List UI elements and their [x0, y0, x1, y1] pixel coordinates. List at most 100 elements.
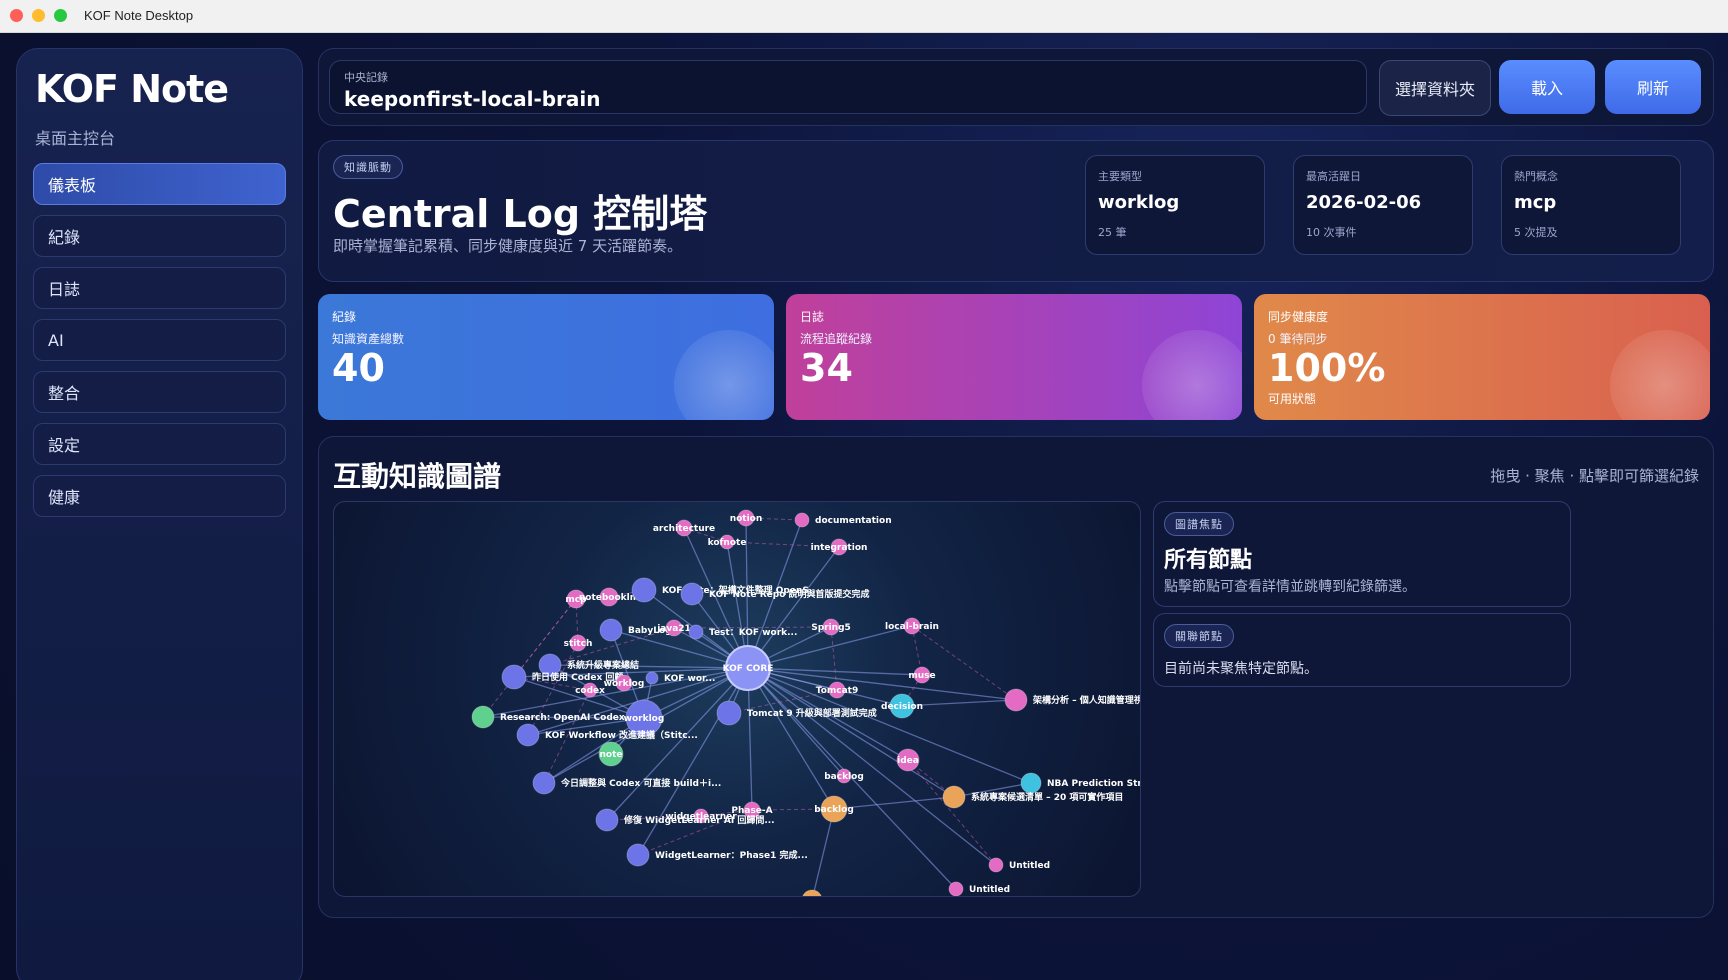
- choose-folder-button[interactable]: 選擇資料夾: [1379, 60, 1491, 116]
- graph-node-label: Phase-A: [731, 806, 772, 816]
- graph-node-label: NBA Prediction Strateg: [1047, 779, 1140, 789]
- graph-node-circle[interactable]: [716, 700, 742, 726]
- graph-node-label: decision: [881, 702, 923, 712]
- graph-node-label: stitch: [564, 639, 593, 649]
- graph-node-circle[interactable]: [680, 582, 704, 606]
- minimize-window-button[interactable]: [32, 9, 45, 22]
- graph-node-r-widget-p1[interactable]: WidgetLearner：Phase1 完成...: [626, 843, 808, 867]
- sidebar-item-logs[interactable]: 日誌: [33, 267, 286, 309]
- title-bar: KOF Note Desktop: [0, 0, 1728, 33]
- graph-node-notebooklm[interactable]: notebooklm: [579, 587, 639, 607]
- graph-node-label: idea: [897, 756, 919, 766]
- graph-node-tomcat9[interactable]: Tomcat9: [816, 681, 858, 699]
- graph-node-muse[interactable]: muse: [908, 666, 936, 684]
- metric-card-records[interactable]: 紀錄 知識資產總數 40: [318, 294, 774, 420]
- sidebar-item-settings[interactable]: 設定: [33, 423, 286, 465]
- sidebar-item-health[interactable]: 健康: [33, 475, 286, 517]
- graph-node-label: 修復 WidgetLearner AI 回歸問...: [623, 814, 775, 826]
- graph-node-label: 系統專案候選清單 – 20 項可實作項目: [971, 791, 1123, 803]
- graph-node-architecture[interactable]: architecture: [653, 519, 715, 537]
- graph-edge-dashed: [482, 598, 577, 718]
- graph-node-untitled-1[interactable]: Untitled: [988, 857, 1050, 873]
- graph-node-circle[interactable]: [794, 512, 810, 528]
- graph-node-label: codex: [575, 686, 605, 696]
- graph-node-circle[interactable]: [471, 705, 495, 729]
- zoom-window-button[interactable]: [54, 9, 67, 22]
- page-title: Central Log 控制塔: [333, 192, 708, 236]
- graph-node-circle[interactable]: [516, 723, 540, 747]
- graph-node-circle[interactable]: [532, 771, 556, 795]
- stat-card-hot-concept: 熱門概念 mcp 5 次提及: [1501, 155, 1681, 255]
- graph-node-circle[interactable]: [645, 671, 659, 685]
- graph-node-circle[interactable]: [948, 881, 964, 896]
- graph-node-circle[interactable]: [626, 843, 650, 867]
- focus-description: 點擊節點可查看詳情並跳轉到紀錄篩選。: [1164, 579, 1416, 595]
- metric-card-sync-health[interactable]: 同步健康度 0 筆待同步 100% 可用狀態: [1254, 294, 1710, 420]
- graph-node-backlog-tag[interactable]: backlog: [824, 768, 864, 784]
- graph-node-circle[interactable]: [501, 664, 527, 690]
- graph-node-circle[interactable]: [599, 618, 623, 642]
- graph-node-r-today[interactable]: 今日調整與 Codex 可直接 build＋i...: [532, 771, 721, 795]
- graph-node-backlog[interactable]: backlog: [814, 795, 854, 823]
- graph-node-core[interactable]: KOF CORE: [723, 645, 774, 691]
- load-button[interactable]: 載入: [1499, 60, 1595, 114]
- graph-node-integration[interactable]: integration: [811, 538, 868, 556]
- graph-node-r-bottom[interactable]: [802, 889, 822, 896]
- graph-svg[interactable]: KOF CORE architecture notion documentation k…: [334, 502, 1140, 896]
- graph-node-documentation[interactable]: documentation: [794, 512, 892, 528]
- related-nodes-card: 關聯節點 目前尚未聚焦特定節點。: [1153, 613, 1571, 687]
- graph-node-label: kofnote: [708, 538, 747, 548]
- graph-node-codex[interactable]: codex: [575, 682, 605, 698]
- graph-node-label: KOF CORE: [723, 664, 774, 674]
- graph-node-untitled-2[interactable]: Untitled: [948, 881, 1010, 896]
- graph-node-idea[interactable]: idea: [896, 748, 920, 772]
- graph-node-kofnote[interactable]: kofnote: [708, 534, 747, 550]
- graph-node-label: local-brain: [885, 622, 939, 632]
- focus-chip: 圖譜焦點: [1164, 512, 1234, 536]
- sidebar-item-ai[interactable]: AI: [33, 319, 286, 361]
- graph-node-label: integration: [811, 543, 868, 553]
- sidebar-item-dashboard[interactable]: 儀表板: [33, 163, 286, 205]
- graph-node-stitch[interactable]: stitch: [564, 634, 593, 652]
- graph-node-circle[interactable]: [988, 857, 1004, 873]
- graph-node-decision[interactable]: decision: [881, 693, 923, 719]
- metric-value: 34: [800, 346, 853, 390]
- sidebar-item-integration[interactable]: 整合: [33, 371, 286, 413]
- graph-node-r-first[interactable]: Test：KOF work...: [688, 624, 797, 640]
- graph-node-notion[interactable]: notion: [730, 509, 763, 527]
- graph-edge-dashed: [830, 626, 838, 691]
- graph-node-r-tomcat[interactable]: Tomcat 9 升級與部署測試完成: [716, 700, 877, 726]
- central-log-path-field[interactable]: 中央記錄 keeponfirst-local-brain: [329, 60, 1367, 114]
- graph-node-label: java21: [656, 624, 691, 634]
- refresh-button[interactable]: 刷新: [1605, 60, 1701, 114]
- graph-node-note[interactable]: note: [598, 741, 624, 767]
- graph-node-circle[interactable]: [802, 889, 822, 896]
- metric-card-logs[interactable]: 日誌 流程追蹤紀錄 34: [786, 294, 1242, 420]
- graph-node-local-brain[interactable]: local-brain: [885, 617, 939, 635]
- graph-node-java21[interactable]: java21: [656, 619, 691, 637]
- graph-node-label: Tomcat 9 升級與部署測試完成: [747, 707, 877, 719]
- window-title: KOF Note Desktop: [84, 8, 194, 23]
- graph-node-r-nba[interactable]: NBA Prediction Strateg: [1020, 772, 1140, 794]
- graph-node-circle[interactable]: [688, 624, 704, 640]
- metric-sub: 流程追蹤紀錄: [800, 332, 873, 346]
- knowledge-graph-canvas[interactable]: KOF CORE architecture notion documentation k…: [333, 501, 1141, 897]
- graph-hint: 拖曳 · 聚焦 · 點擊即可篩選紀錄: [1490, 467, 1699, 485]
- graph-node-label: Research: OpenAI Codex...: [500, 713, 635, 723]
- graph-node-r-kof-wor[interactable]: KOF wor...: [645, 671, 715, 685]
- graph-node-circle[interactable]: [1020, 772, 1042, 794]
- sidebar-item-records[interactable]: 紀錄: [33, 215, 286, 257]
- graph-node-circle[interactable]: [942, 785, 966, 809]
- graph-node-r-arch[interactable]: 架構分析 – 個人知識管理視: [1004, 688, 1140, 712]
- brand-logo: KOF Note: [35, 67, 229, 111]
- brand-subtitle: 桌面主控台: [35, 129, 116, 148]
- graph-node-spring5[interactable]: Spring5: [811, 618, 851, 636]
- graph-node-circle[interactable]: [595, 808, 619, 832]
- close-window-button[interactable]: [10, 9, 23, 22]
- metric-sub: 0 筆待同步: [1268, 332, 1328, 346]
- graph-node-circle[interactable]: [1004, 688, 1028, 712]
- graph-node-circle[interactable]: [631, 577, 657, 603]
- graph-node-label: Tomcat9: [816, 686, 858, 696]
- stat-value: 2026-02-06: [1306, 192, 1422, 213]
- metric-label: 紀錄: [332, 310, 357, 324]
